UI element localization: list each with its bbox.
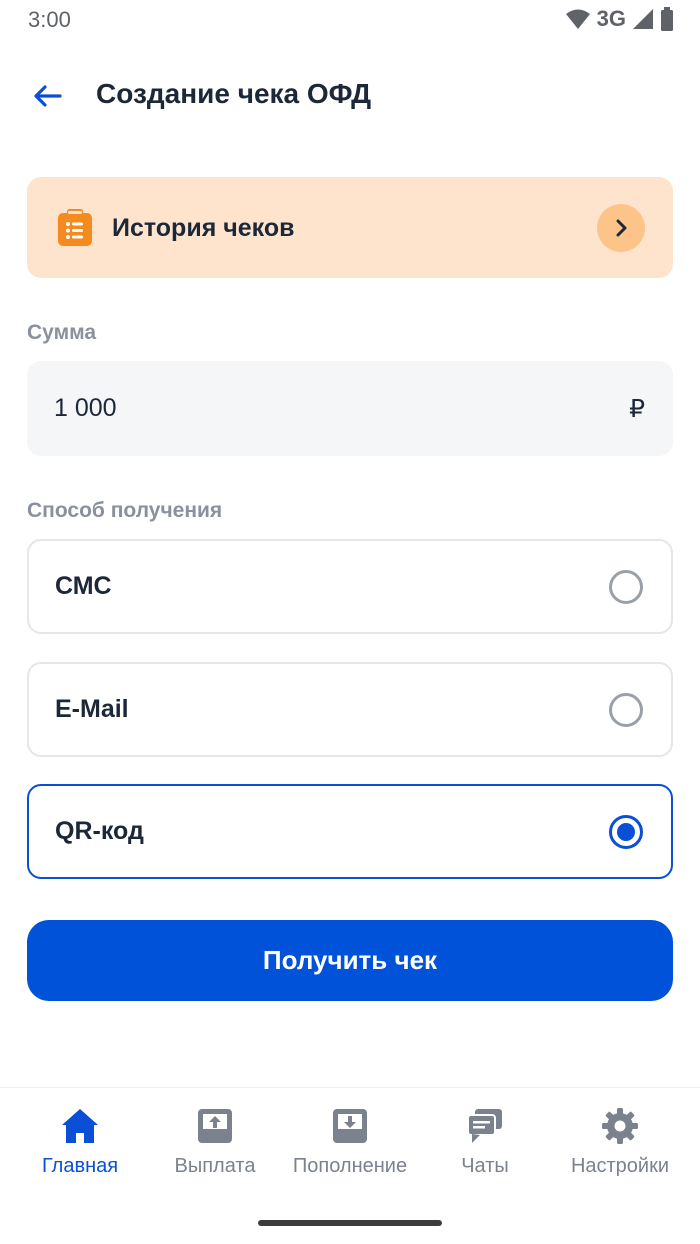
delivery-label: Способ получения <box>27 499 223 522</box>
history-label: История чеков <box>112 214 295 242</box>
nav-label: Главная <box>41 1155 119 1177</box>
home-icon <box>62 1109 98 1143</box>
option-label: QR-код <box>55 817 144 845</box>
signal-icon <box>633 9 653 29</box>
screen: 3:00 3G Создание чека ОФД История чеков … <box>0 0 700 1244</box>
history-card[interactable]: История чеков <box>27 177 673 278</box>
nav-item-chats[interactable]: Чаты <box>415 1106 555 1186</box>
nav-label: Пополнение <box>292 1155 408 1177</box>
nav-item-topup[interactable]: Пополнение <box>280 1106 420 1186</box>
chevron-right-icon <box>616 219 627 237</box>
get-receipt-button[interactable]: Получить чек <box>27 920 673 1001</box>
option-label: E-Mail <box>55 695 129 723</box>
status-bar: 3:00 3G <box>0 0 700 40</box>
gear-icon <box>602 1108 638 1144</box>
battery-icon <box>661 7 673 31</box>
status-icons: 3G <box>565 6 674 32</box>
option-qr[interactable]: QR-код <box>27 784 673 879</box>
history-chevron-button[interactable] <box>597 204 645 252</box>
nav-label: Настройки <box>570 1155 670 1177</box>
radio-sms[interactable] <box>609 570 643 604</box>
download-tray-icon <box>333 1109 367 1143</box>
amount-value: 1 000 <box>54 394 117 422</box>
nav-item-payout[interactable]: Выплата <box>145 1106 285 1186</box>
home-indicator[interactable] <box>258 1220 442 1226</box>
upload-tray-icon <box>198 1109 232 1143</box>
amount-label: Сумма <box>27 321 97 344</box>
currency-symbol: ₽ <box>629 395 645 423</box>
amount-field[interactable]: 1 000 ₽ <box>27 361 673 456</box>
option-sms[interactable]: СМС <box>27 539 673 634</box>
page-title: Создание чека ОФД <box>96 78 372 109</box>
wifi-icon <box>565 9 590 29</box>
app-header: Создание чека ОФД <box>0 62 700 132</box>
back-button[interactable] <box>30 80 66 112</box>
nav-item-settings[interactable]: Настройки <box>550 1106 690 1186</box>
nav-label: Выплата <box>174 1155 256 1177</box>
nav-item-home[interactable]: Главная <box>10 1106 150 1186</box>
option-email[interactable]: E-Mail <box>27 662 673 757</box>
radio-qr[interactable] <box>609 815 643 849</box>
option-label: СМС <box>55 572 112 600</box>
chat-icon <box>467 1109 502 1143</box>
arrow-left-icon <box>34 85 62 107</box>
status-time: 3:00 <box>28 7 71 32</box>
network-type: 3G <box>596 6 626 31</box>
radio-email[interactable] <box>609 693 643 727</box>
nav-label: Чаты <box>461 1155 509 1177</box>
clipboard-list-icon <box>58 209 92 246</box>
